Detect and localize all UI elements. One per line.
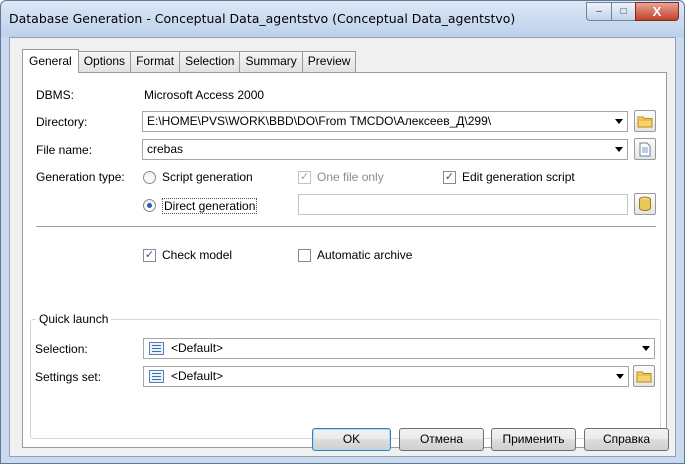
directory-label-text: Directory: xyxy=(36,115,88,129)
title-bar[interactable]: Database Generation - Conceptual Data_ag… xyxy=(1,1,684,37)
tab-general[interactable]: General xyxy=(22,49,79,73)
generation-type-label: Generation type: xyxy=(36,170,125,184)
settings-list-icon xyxy=(149,370,164,383)
one-file-only-label: One file only xyxy=(317,170,384,184)
edit-file-button[interactable] xyxy=(634,138,656,160)
filename-label: File name: xyxy=(36,143,93,157)
chevron-down-icon[interactable] xyxy=(642,346,650,351)
direct-generation-label[interactable]: Direct generation xyxy=(162,198,258,214)
settings-set-combo[interactable]: <Default> xyxy=(143,366,629,387)
browse-directory-button[interactable] xyxy=(634,110,656,132)
dbms-value: Microsoft Access 2000 xyxy=(144,88,265,102)
tab-strip: General Options Format Selection Summary… xyxy=(22,49,357,73)
folder-icon xyxy=(636,371,652,383)
window-title: Database Generation - Conceptual Data_ag… xyxy=(9,11,516,26)
minimize-button[interactable]: – xyxy=(586,2,612,21)
dbms-label: DBMS: xyxy=(36,88,75,102)
chevron-down-icon[interactable] xyxy=(616,374,624,379)
help-button[interactable]: Справка xyxy=(584,428,669,451)
tab-format[interactable]: Format xyxy=(130,51,181,72)
one-file-only-checkbox[interactable]: ✓ xyxy=(298,171,311,184)
settings-set-value: <Default> xyxy=(171,369,224,383)
tab-options[interactable]: Options xyxy=(77,51,132,72)
settings-set-label: Settings set: xyxy=(35,370,102,384)
quick-launch-group: Quick launch Selection: <Default> Settin… xyxy=(30,312,661,439)
filename-value: crebas xyxy=(147,142,184,156)
automatic-archive-label[interactable]: Automatic archive xyxy=(317,248,412,262)
ok-button[interactable]: OK xyxy=(312,428,391,451)
script-generation-label[interactable]: Script generation xyxy=(162,170,253,184)
quick-launch-title: Quick launch xyxy=(36,312,112,326)
selection-label: Selection: xyxy=(35,342,88,356)
general-panel: DBMS: Microsoft Access 2000 DDirectory: … xyxy=(22,72,667,448)
directory-combo[interactable]: E:\HOME\PVS\WORK\BBD\DO\From TMCDO\Алекс… xyxy=(142,111,628,132)
selection-combo[interactable]: <Default> xyxy=(143,338,655,359)
tab-selection[interactable]: Selection xyxy=(179,51,241,72)
list-icon xyxy=(149,342,164,355)
separator xyxy=(36,226,656,228)
check-model-label[interactable]: Check model xyxy=(162,248,232,262)
script-generation-radio[interactable] xyxy=(143,171,156,184)
cancel-button[interactable]: Отмена xyxy=(399,428,484,451)
tab-preview[interactable]: Preview xyxy=(301,51,357,72)
data-source-field[interactable] xyxy=(298,194,628,215)
direct-generation-radio[interactable] xyxy=(143,199,156,212)
database-icon xyxy=(639,196,651,212)
close-icon: X xyxy=(652,4,662,19)
connect-database-button[interactable] xyxy=(634,193,656,215)
directory-value: E:\HOME\PVS\WORK\BBD\DO\From TMCDO\Алекс… xyxy=(147,114,492,128)
selection-value: <Default> xyxy=(171,341,224,355)
dialog-client: General Options Format Selection Summary… xyxy=(9,37,676,457)
browse-settings-button[interactable] xyxy=(633,365,655,387)
close-button[interactable]: X xyxy=(635,2,679,21)
chevron-down-icon[interactable] xyxy=(615,119,623,124)
check-model-checkbox[interactable]: ✓ xyxy=(143,249,156,262)
edit-generation-script-label[interactable]: Edit generation script xyxy=(462,170,575,184)
filename-combo[interactable]: crebas xyxy=(142,139,628,160)
dialog-window: Database Generation - Conceptual Data_ag… xyxy=(0,0,685,464)
chevron-down-icon[interactable] xyxy=(615,147,623,152)
tab-summary[interactable]: Summary xyxy=(239,51,303,72)
minimize-icon: – xyxy=(596,6,602,17)
maximize-icon: □ xyxy=(620,6,627,17)
document-icon xyxy=(639,142,651,156)
edit-generation-script-checkbox[interactable]: ✓ xyxy=(443,171,456,184)
folder-icon xyxy=(637,116,653,128)
maximize-button[interactable]: □ xyxy=(611,2,636,21)
automatic-archive-checkbox[interactable] xyxy=(298,249,311,262)
apply-button[interactable]: Применить xyxy=(491,428,576,451)
